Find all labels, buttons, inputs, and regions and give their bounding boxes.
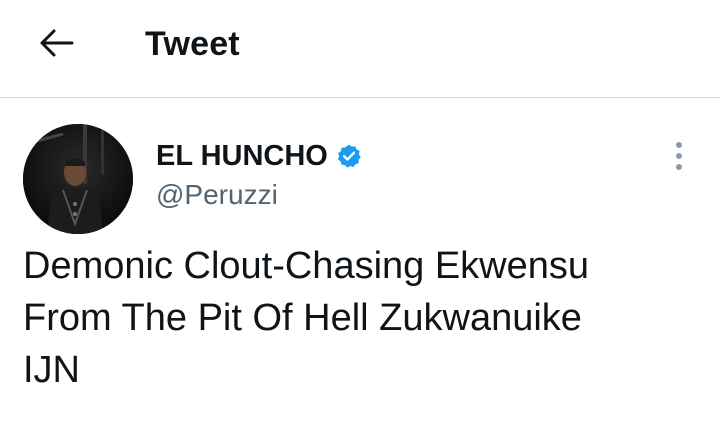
tweet-text-line: From The Pit Of Hell Zukwanuike [23, 297, 582, 339]
tweet-text: Demonic Clout-Chasing Ekwensu From The P… [23, 240, 703, 396]
author-handle[interactable]: @Peruzzi [156, 176, 278, 214]
tweet-text-line: IJN [23, 349, 80, 391]
more-vertical-icon [675, 141, 683, 176]
verified-badge-icon [336, 143, 363, 170]
more-options-button[interactable] [664, 138, 694, 178]
page-title: Tweet [145, 25, 240, 63]
display-name: EL HUNCHO [156, 140, 328, 172]
tweet-text-line: Demonic Clout-Chasing Ekwensu [23, 245, 590, 287]
arrow-left-icon [38, 28, 74, 63]
back-button[interactable] [30, 23, 82, 67]
author-name-row[interactable]: EL HUNCHO [156, 137, 363, 175]
top-app-bar: Tweet [0, 0, 720, 98]
profile-photo [23, 124, 133, 234]
avatar[interactable] [23, 124, 133, 234]
